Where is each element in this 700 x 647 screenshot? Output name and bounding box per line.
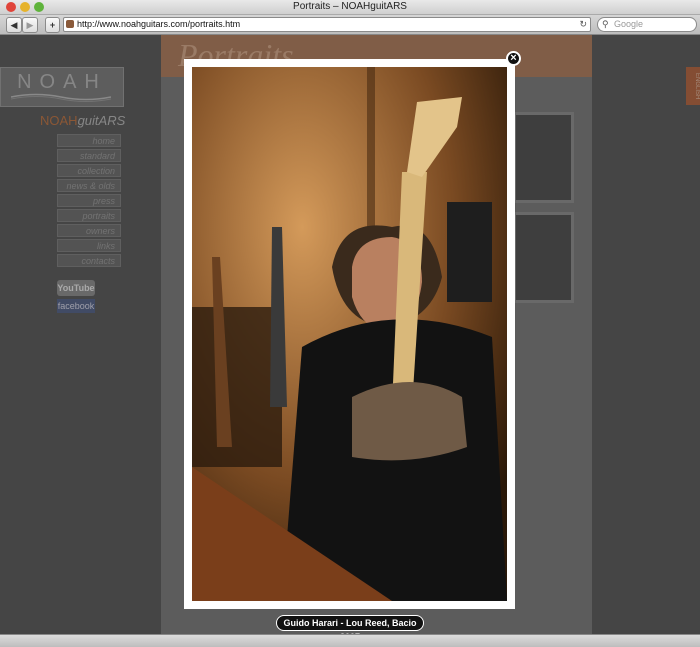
photo-caption: Guido Harari - Lou Reed, Bacio 2007 (276, 615, 424, 642)
search-input[interactable]: ⚲ Google (597, 17, 697, 32)
url-text[interactable]: http://www.noahguitars.com/portraits.htm (77, 18, 240, 31)
window-title: Portraits – NOAHguitARS (293, 1, 407, 12)
browser-toolbar: ◀ ▶ + http://www.noahguitars.com/portrai… (0, 15, 700, 35)
reload-icon[interactable]: ↻ (579, 18, 587, 31)
search-icon: ⚲ (602, 19, 609, 29)
forward-button[interactable]: ▶ (22, 17, 38, 33)
back-button[interactable]: ◀ (6, 17, 22, 33)
add-bookmark-button[interactable]: + (45, 17, 60, 33)
search-placeholder: Google (614, 19, 644, 29)
lightbox-frame (184, 59, 515, 609)
lightbox-photo (192, 67, 507, 601)
address-bar[interactable]: http://www.noahguitars.com/portraits.htm… (63, 17, 591, 32)
title-bar: Portraits – NOAHguitARS (0, 0, 700, 15)
site-favicon-icon (66, 20, 74, 28)
status-bar (0, 634, 700, 647)
close-lightbox-button[interactable]: × (506, 51, 521, 66)
